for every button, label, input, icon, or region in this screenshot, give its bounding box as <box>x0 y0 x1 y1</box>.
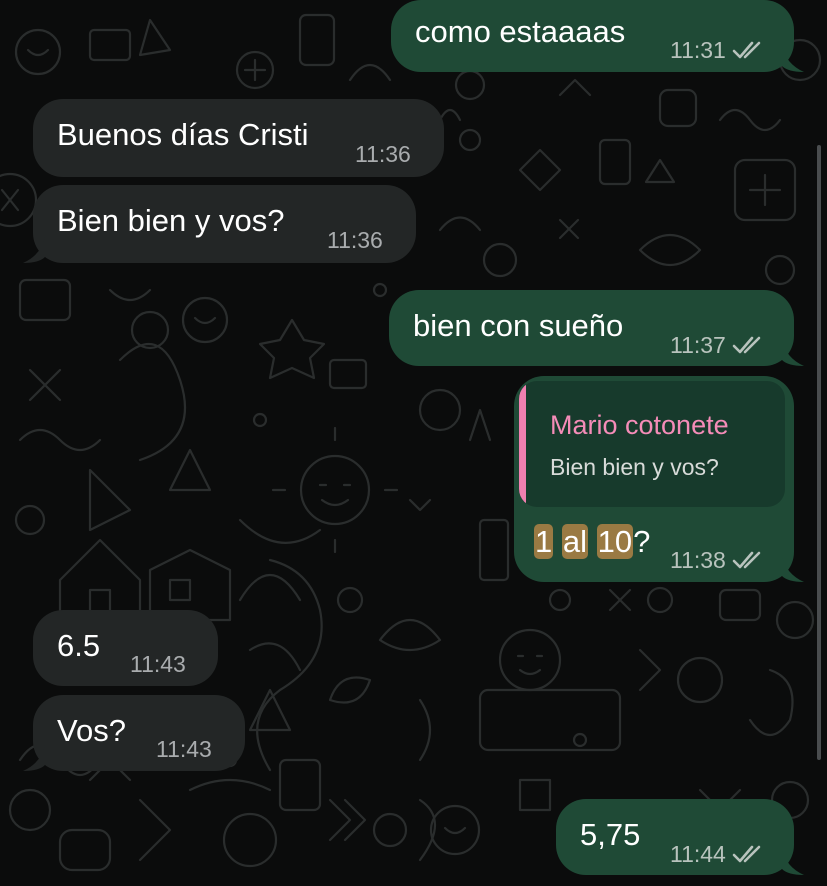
search-highlight: 10 <box>596 524 634 559</box>
message-time: 11:38 <box>670 547 726 573</box>
message-time: 11:36 <box>355 141 411 167</box>
message-text: Buenos días Cristi <box>57 117 309 152</box>
double-check-icon <box>732 336 761 354</box>
bubble-tail <box>782 556 804 582</box>
message-time: 11:44 <box>670 841 726 867</box>
quote-author: Mario cotonete <box>550 410 729 440</box>
bubble-tail <box>23 745 45 771</box>
message-time: 11:37 <box>670 332 726 358</box>
message-meta: 11:43 <box>156 736 212 762</box>
bubble-tail <box>23 237 45 263</box>
message-meta: 11:44 <box>670 841 766 867</box>
message-text: bien con sueño <box>413 308 624 343</box>
chat-scrollbar[interactable] <box>817 145 821 760</box>
message-time: 11:36 <box>327 227 383 253</box>
text-suffix: ? <box>633 524 651 559</box>
message-meta: 11:31 <box>670 37 766 63</box>
search-highlight: 1 <box>534 524 554 559</box>
incoming-message[interactable]: 6.5 11:43 <box>33 610 218 686</box>
double-check-icon <box>732 41 761 59</box>
message-meta: 11:36 <box>355 141 411 167</box>
message-time: 11:31 <box>670 37 726 63</box>
text-space <box>588 524 597 559</box>
bubble-tail <box>782 46 804 72</box>
bubble-tail <box>782 340 804 366</box>
incoming-message[interactable]: Buenos días Cristi 11:36 <box>33 99 444 177</box>
outgoing-message[interactable]: como estaaaas 11:31 <box>391 0 804 72</box>
message-text: Bien bien y vos? <box>57 203 285 238</box>
incoming-message[interactable]: Bien bien y vos? 11:36 <box>23 185 416 263</box>
quote-text: Bien bien y vos? <box>550 454 719 480</box>
double-check-icon <box>732 551 761 569</box>
message-text: 5,75 <box>580 817 641 852</box>
double-check-icon <box>732 845 761 863</box>
search-highlight: al <box>561 524 589 559</box>
outgoing-message[interactable]: bien con sueño 11:37 <box>389 290 804 366</box>
message-time: 11:43 <box>156 736 212 762</box>
message-text: 1 al 10? <box>534 524 650 560</box>
message-text: 6.5 <box>57 628 101 663</box>
outgoing-reply-message[interactable]: Mario cotonete Bien bien y vos? 1 al 10?… <box>514 376 804 582</box>
text-space <box>553 524 562 559</box>
outgoing-message[interactable]: 5,75 11:44 <box>556 799 804 875</box>
quoted-message[interactable]: Mario cotonete Bien bien y vos? <box>519 381 785 507</box>
message-time: 11:43 <box>130 651 186 677</box>
incoming-message[interactable]: Vos? 11:43 <box>23 695 245 771</box>
quote-accent-bar <box>519 381 526 507</box>
message-text: Vos? <box>57 713 126 748</box>
message-meta: 11:36 <box>327 227 383 253</box>
message-text: como estaaaas <box>415 14 626 49</box>
message-meta: 11:43 <box>130 651 186 677</box>
message-meta: 11:37 <box>670 332 766 358</box>
bubble-tail <box>782 849 804 875</box>
message-meta: 11:38 <box>670 547 766 573</box>
